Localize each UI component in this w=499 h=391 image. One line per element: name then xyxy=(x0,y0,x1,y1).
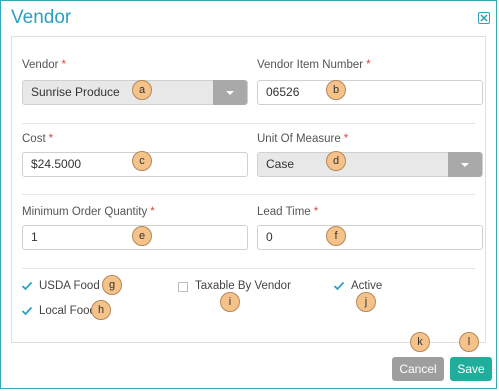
annotation-badge: b xyxy=(326,80,346,100)
close-icon[interactable] xyxy=(478,12,490,24)
vendor-label: Vendor * xyxy=(22,59,66,71)
annotation-badge: h xyxy=(91,300,111,320)
annotation-badge: a xyxy=(132,80,152,100)
section-divider xyxy=(22,268,475,269)
check-icon xyxy=(21,281,33,291)
local-food-checkbox[interactable] xyxy=(21,306,33,317)
usda-food-checkbox[interactable] xyxy=(21,281,33,292)
unit-of-measure-label: Unit Of Measure * xyxy=(257,133,349,145)
annotation-badge: k xyxy=(410,332,430,352)
chevron-down-icon[interactable] xyxy=(213,80,247,105)
annotation-badge: e xyxy=(132,226,152,246)
unit-of-measure-value: Case xyxy=(266,157,295,171)
annotation-badge: l xyxy=(459,332,479,352)
vendor-item-number-label: Vendor Item Number * xyxy=(257,59,371,71)
active-checkbox[interactable] xyxy=(333,281,345,292)
annotation-badge: f xyxy=(326,226,346,246)
taxable-by-vendor-label: Taxable By Vendor xyxy=(195,280,291,292)
usda-food-label: USDA Food xyxy=(39,280,100,292)
local-food-label: Local Food xyxy=(39,305,96,317)
section-divider xyxy=(22,123,475,124)
cancel-button[interactable]: Cancel xyxy=(392,357,444,381)
cost-label: Cost * xyxy=(22,133,54,145)
form-panel: Vendor * Sunrise Produce Vendor Item Numb… xyxy=(11,36,486,343)
lead-time-label: Lead Time * xyxy=(257,206,319,218)
lead-time-input[interactable]: 0 xyxy=(257,225,483,250)
vendor-dialog: Vendor Vendor * Sunrise Produce Vendor It… xyxy=(0,0,497,389)
annotation-badge: c xyxy=(132,151,152,171)
annotation-badge: j xyxy=(356,292,376,312)
vendor-select-value: Sunrise Produce xyxy=(31,85,120,99)
unit-of-measure-select[interactable]: Case xyxy=(257,152,483,177)
save-button[interactable]: Save xyxy=(450,357,492,381)
annotation-badge: g xyxy=(102,275,122,295)
annotation-badge: i xyxy=(220,292,240,312)
check-icon xyxy=(21,306,33,316)
taxable-by-vendor-checkbox[interactable] xyxy=(178,282,188,292)
minimum-order-quantity-label: Minimum Order Quantity * xyxy=(22,206,155,218)
active-label: Active xyxy=(351,280,383,292)
annotation-badge: d xyxy=(326,151,346,171)
check-icon xyxy=(333,281,345,291)
section-divider xyxy=(22,194,475,195)
dialog-title: Vendor xyxy=(11,7,72,28)
chevron-down-icon[interactable] xyxy=(448,152,482,177)
vendor-item-number-input[interactable]: 06526 xyxy=(257,80,483,105)
